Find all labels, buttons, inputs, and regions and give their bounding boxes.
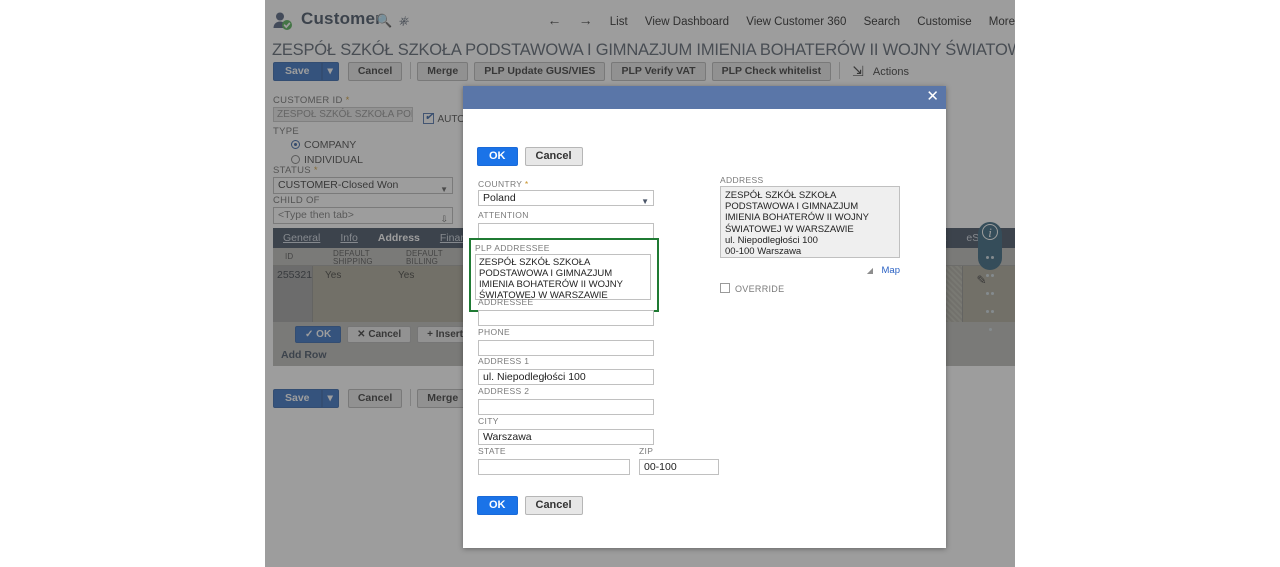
country-select[interactable]: Poland ▼ (478, 190, 654, 206)
phone-input[interactable] (478, 340, 654, 356)
phone-field-group: PHONE (478, 327, 654, 356)
close-icon[interactable]: ✕ (926, 88, 939, 106)
state-field-group: STATE (478, 446, 630, 475)
phone-label: PHONE (478, 327, 654, 337)
country-chevron-down-icon[interactable]: ▼ (641, 195, 649, 209)
override-checkbox[interactable]: OVERRIDE (720, 283, 900, 294)
dialog-body: OK Cancel COUNTRY * Poland ▼ ATTENTION PLP… (463, 109, 946, 548)
address-preview-textarea[interactable]: ZESPÓŁ SZKÓŁ SZKOŁA PODSTAWOWA I GIMNAZJ… (720, 186, 900, 258)
addressee-input[interactable] (478, 310, 654, 326)
address1-label: ADDRESS 1 (478, 356, 654, 366)
override-checkbox-box[interactable] (720, 283, 730, 293)
state-label: STATE (478, 446, 630, 456)
city-label: CITY (478, 416, 654, 426)
dialog-bottom-actions: OK Cancel (477, 496, 590, 515)
dialog-top-ok-button[interactable]: OK (477, 147, 518, 166)
city-input[interactable] (478, 429, 654, 445)
resize-handle-icon[interactable]: ◢ (867, 266, 873, 275)
address2-input[interactable] (478, 399, 654, 415)
dialog-title-bar: ✕ (463, 86, 946, 109)
address-preview-footer: ◢ Map (720, 260, 900, 278)
country-value: Poland (483, 192, 516, 204)
city-field-group: CITY (478, 416, 654, 445)
zip-field-group: ZIP (639, 446, 719, 475)
addressee-field-group: ADDRESSEE (478, 297, 654, 326)
address2-field-group: ADDRESS 2 (478, 386, 654, 415)
plp-addressee-label: PLP ADDRESSEE (475, 243, 653, 253)
app-content-area: Customer 🔍 ⎈ ← → List View Dashboard Vie… (265, 0, 1015, 567)
address-edit-dialog: ✕ OK Cancel COUNTRY * Poland ▼ ATTENTION P… (463, 86, 946, 548)
address-preview-group: ADDRESS ZESPÓŁ SZKÓŁ SZKOŁA PODSTAWOWA I… (720, 175, 900, 294)
addressee-label: ADDRESSEE (478, 297, 654, 307)
zip-input[interactable] (639, 459, 719, 475)
dialog-top-actions: OK Cancel (477, 147, 590, 166)
address2-label: ADDRESS 2 (478, 386, 654, 396)
attention-field-group: ATTENTION (478, 210, 654, 239)
state-input[interactable] (478, 459, 630, 475)
address1-input[interactable] (478, 369, 654, 385)
override-label: OVERRIDE (735, 284, 784, 294)
address-preview-label: ADDRESS (720, 175, 900, 185)
attention-input[interactable] (478, 223, 654, 239)
plp-addressee-textarea[interactable]: ZESPÓŁ SZKÓŁ SZKOŁA PODSTAWOWA I GIMNAZJ… (475, 254, 651, 300)
dialog-bottom-ok-button[interactable]: OK (477, 496, 518, 515)
address1-field-group: ADDRESS 1 (478, 356, 654, 385)
map-link[interactable]: Map (882, 265, 900, 276)
attention-label: ATTENTION (478, 210, 654, 220)
country-required-asterisk: * (525, 179, 529, 189)
country-label: COUNTRY * (478, 179, 654, 189)
zip-label: ZIP (639, 446, 719, 456)
dialog-bottom-cancel-button[interactable]: Cancel (525, 496, 583, 515)
country-field-group: COUNTRY * Poland ▼ (478, 179, 654, 206)
dialog-top-cancel-button[interactable]: Cancel (525, 147, 583, 166)
